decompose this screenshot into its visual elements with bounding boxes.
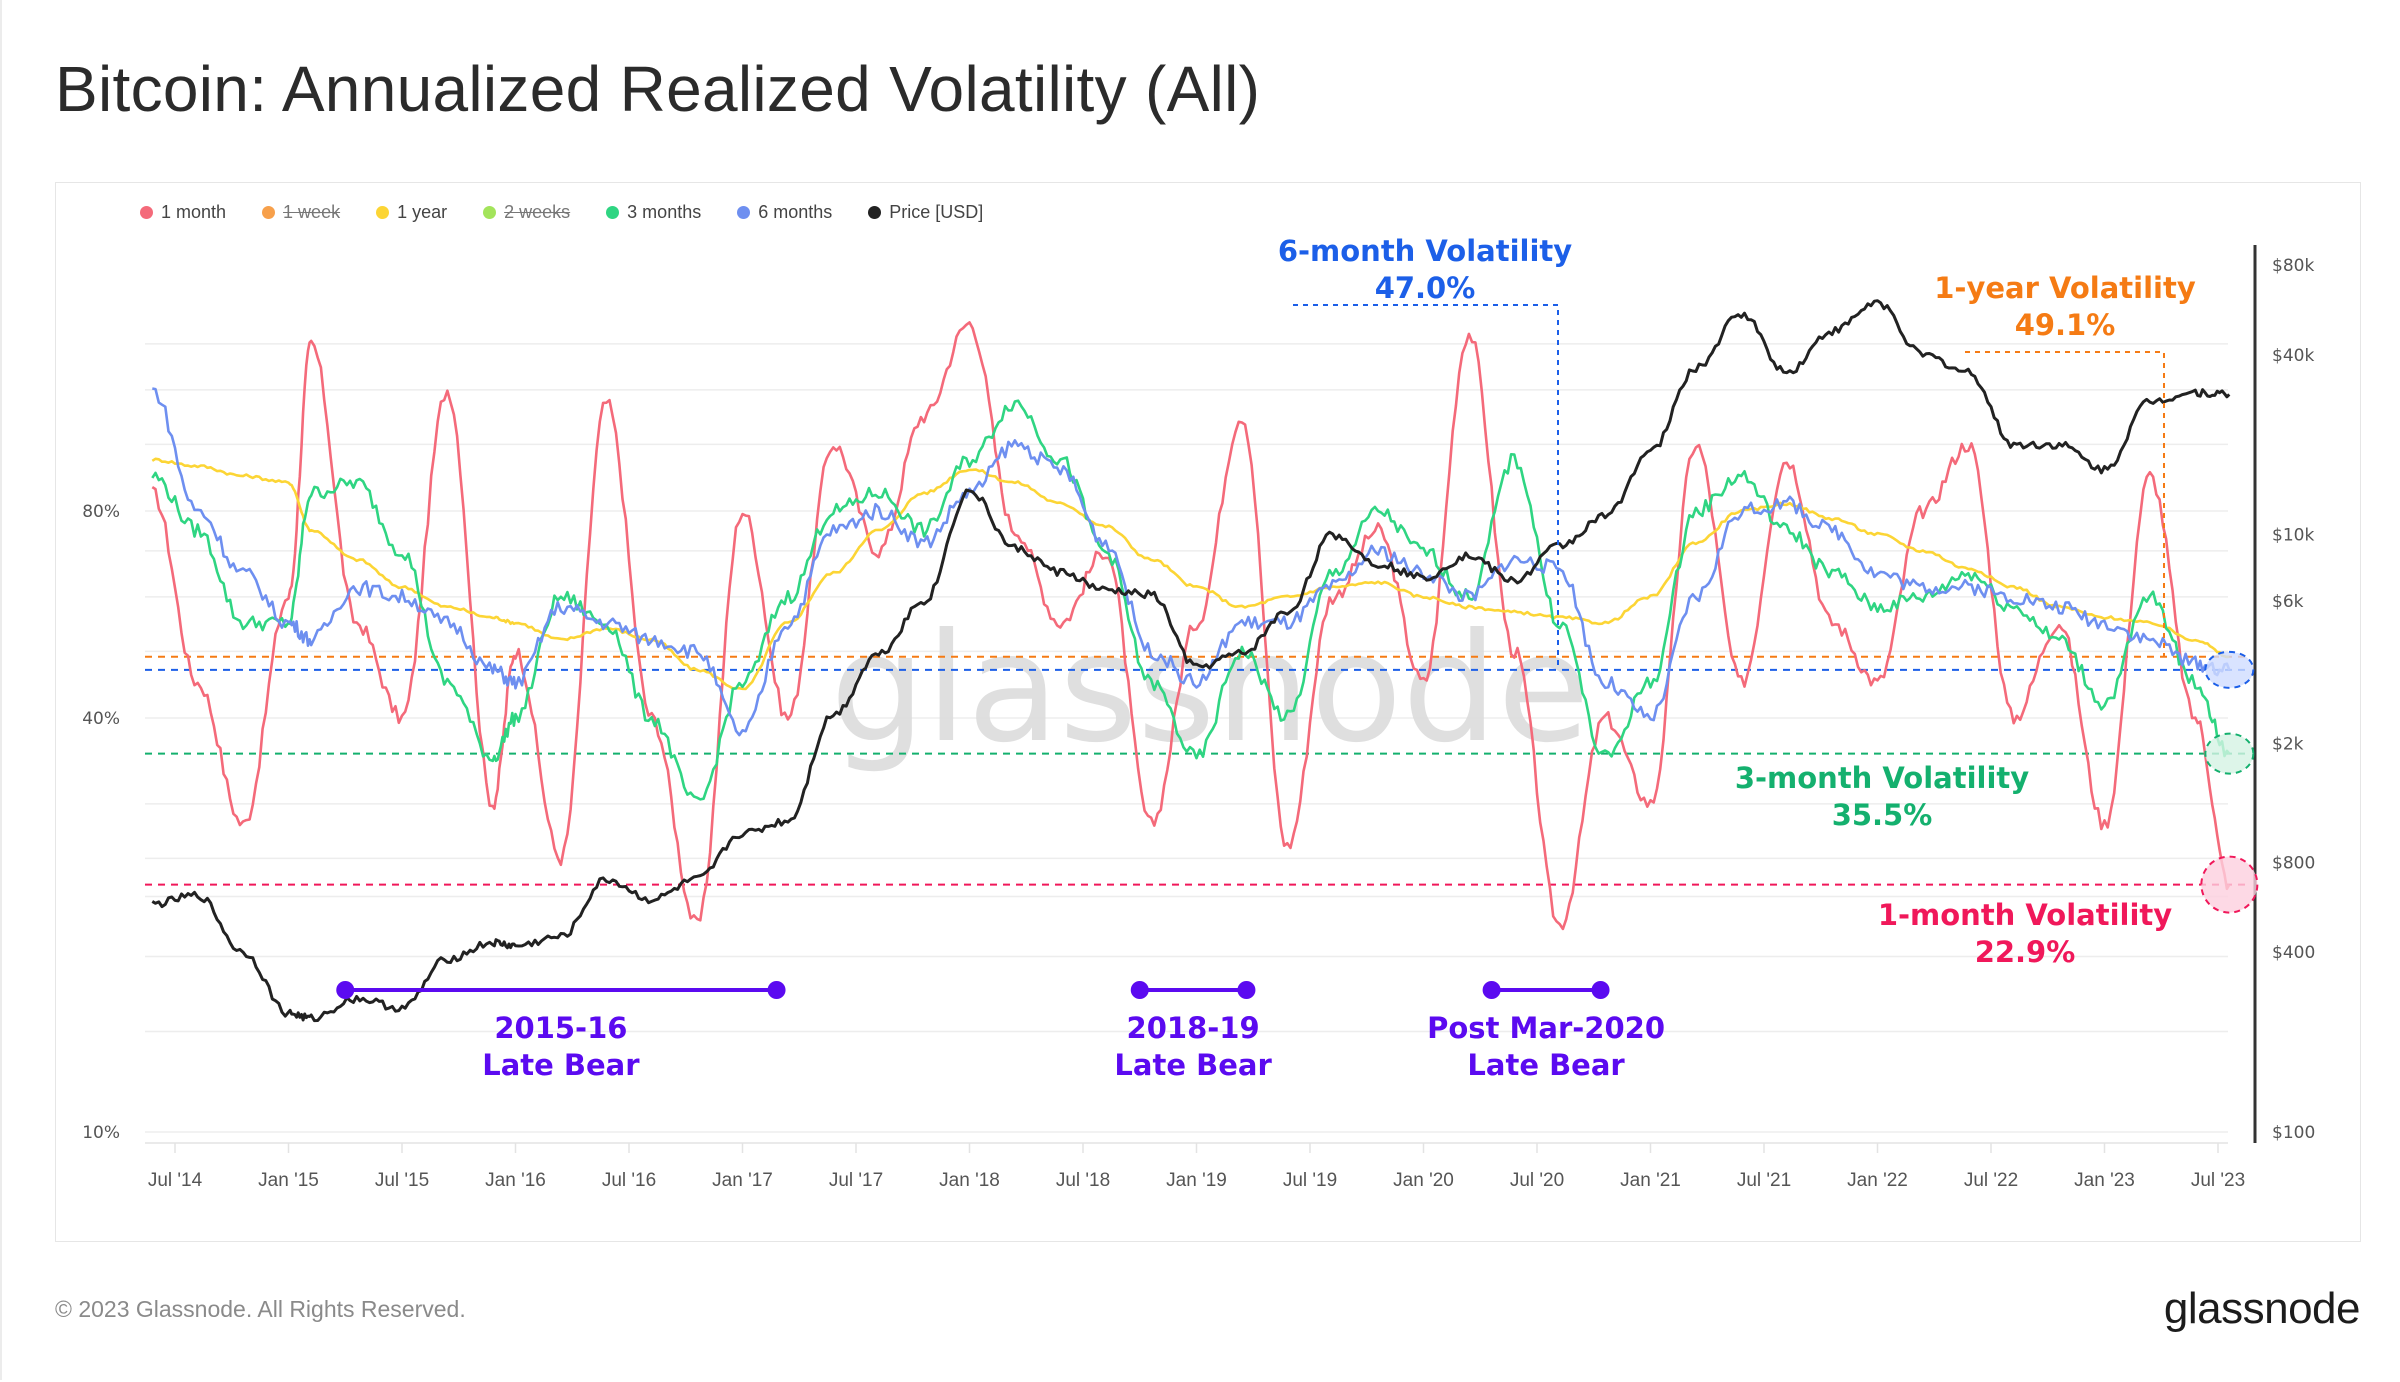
period-label-line1: 2018-19 bbox=[1127, 1011, 1260, 1045]
x-tick-label: Jul '18 bbox=[1056, 1170, 1110, 1191]
x-tick-label: Jan '23 bbox=[2074, 1170, 2135, 1191]
glassnode-logo: glassnode bbox=[2163, 1284, 2361, 1333]
x-tick-label: Jul '16 bbox=[602, 1170, 656, 1191]
x-tick-label: Jul '21 bbox=[1737, 1170, 1791, 1191]
period-end-dot bbox=[767, 981, 786, 999]
1-year-annotation-value: 49.1% bbox=[2015, 308, 2116, 342]
y-right-tick-label: $2k bbox=[2272, 734, 2304, 754]
1-year-annotation-label: 1-year Volatility bbox=[1934, 271, 2196, 305]
x-tick-label: Jul '22 bbox=[1964, 1170, 2018, 1191]
y-left-tick-label: 10% bbox=[82, 1123, 120, 1143]
period-label-line2: Late Bear bbox=[1467, 1048, 1625, 1082]
3-month-end-marker bbox=[2204, 732, 2255, 775]
period-label-line1: Post Mar-2020 bbox=[1427, 1011, 1665, 1045]
copyright-text: © 2023 Glassnode. All Rights Reserved. bbox=[55, 1296, 466, 1322]
y-left-tick-label: 40% bbox=[82, 709, 120, 729]
period-start-dot bbox=[1482, 981, 1501, 999]
3-month-annotation-value: 35.5% bbox=[1832, 798, 1933, 832]
y-right-tick-label: $6k bbox=[2272, 592, 2304, 612]
1-month-end-marker bbox=[2200, 855, 2259, 914]
series-line-1-month bbox=[151, 321, 2231, 931]
6-month-annotation-label: 6-month Volatility bbox=[1278, 234, 1572, 268]
period-label-line2: Late Bear bbox=[482, 1048, 640, 1082]
y-left-tick-label: 80% bbox=[82, 502, 120, 522]
y-right-tick-label: $400 bbox=[2272, 943, 2315, 963]
x-tick-label: Jul '19 bbox=[1283, 1170, 1337, 1191]
x-tick-label: Jul '23 bbox=[2191, 1170, 2245, 1191]
x-tick-label: Jan '17 bbox=[712, 1170, 773, 1191]
1-month-annotation-label: 1-month Volatility bbox=[1878, 898, 2172, 932]
x-tick-label: Jan '22 bbox=[1847, 1170, 1908, 1191]
x-tick-label: Jul '17 bbox=[829, 1170, 883, 1191]
y-right-tick-label: $800 bbox=[2272, 853, 2315, 873]
x-tick-label: Jul '14 bbox=[148, 1170, 203, 1191]
period-start-dot bbox=[336, 981, 355, 999]
6-month-end-marker bbox=[2204, 650, 2255, 689]
period-start-dot bbox=[1130, 981, 1149, 999]
x-tick-label: Jan '16 bbox=[485, 1170, 546, 1191]
period-label-line2: Late Bear bbox=[1114, 1048, 1272, 1082]
y-right-tick-label: $100 bbox=[2272, 1123, 2315, 1143]
x-tick-label: Jan '20 bbox=[1393, 1170, 1454, 1191]
x-tick-label: Jan '15 bbox=[258, 1170, 319, 1191]
y-right-tick-label: $40k bbox=[2272, 346, 2314, 366]
x-tick-label: Jul '15 bbox=[375, 1170, 429, 1191]
6-month-annotation-value: 47.0% bbox=[1375, 271, 1476, 305]
y-right-tick-label: $80k bbox=[2272, 256, 2314, 276]
x-tick-label: Jan '21 bbox=[1620, 1170, 1681, 1191]
period-end-dot bbox=[1237, 981, 1256, 999]
1-month-annotation-value: 22.9% bbox=[1975, 935, 2076, 969]
watermark-text: glassnode bbox=[830, 602, 1589, 776]
x-tick-label: Jul '20 bbox=[1510, 1170, 1564, 1191]
chart-plot-area: glassnode 10% 40% 80% $100 $400 $800 $2k $6k $10k… bbox=[82, 234, 2315, 1191]
x-tick-label: Jan '19 bbox=[1166, 1170, 1227, 1191]
period-label-line1: 2015-16 bbox=[494, 1011, 627, 1045]
3-month-annotation-label: 3-month Volatility bbox=[1735, 761, 2029, 795]
y-right-tick-label: $10k bbox=[2272, 526, 2314, 546]
x-tick-label: Jan '18 bbox=[939, 1170, 1000, 1191]
period-end-dot bbox=[1591, 981, 1610, 999]
